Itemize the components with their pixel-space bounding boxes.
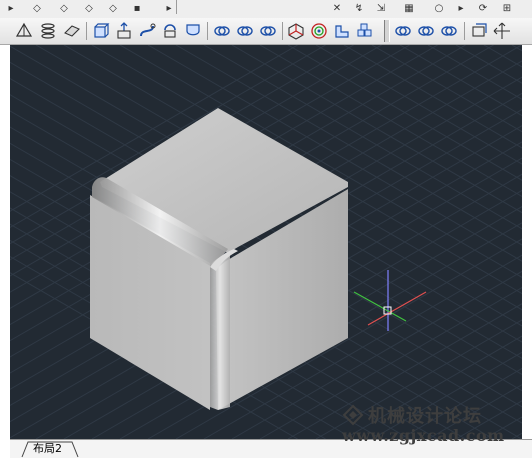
circle-icon[interactable]: ○ (430, 0, 448, 16)
slice-icon[interactable] (416, 21, 436, 41)
separator (207, 22, 208, 40)
cad-window: ▸ ◇ ◇ ◇ ◇ ▪ ▸ ✕ ↯ ⇲ ▦ ○ ▸ ⟳ ⊞ 布局2 机械设计论坛… (0, 0, 532, 458)
redo-icon[interactable]: ⇲ (372, 0, 390, 16)
top-toolbar: ▸ ◇ ◇ ◇ ◇ ▪ ▸ ✕ ↯ ⇲ ▦ ○ ▸ ⟳ ⊞ (0, 0, 532, 19)
zoom-icon[interactable]: ✕ (328, 0, 346, 16)
planar-surface-icon[interactable] (62, 21, 82, 41)
fillet-edge-front (210, 253, 230, 410)
thicken-icon[interactable] (439, 21, 459, 41)
modeling-toolbar (0, 18, 532, 45)
separator (282, 22, 283, 40)
properties-icon[interactable]: ▦ (400, 0, 418, 16)
watermark-title: 机械设计论坛 (368, 406, 482, 427)
model-viewport[interactable] (10, 45, 522, 439)
modify-icon[interactable]: ◇ (28, 0, 46, 16)
3d-align-icon[interactable] (332, 21, 352, 41)
left-margin (0, 45, 10, 458)
separator (86, 22, 87, 40)
ucs-x-axis (367, 291, 427, 326)
pyramid-icon[interactable] (14, 21, 34, 41)
watermark-url: www.zgjxcad.com (342, 426, 505, 445)
dimension-icon[interactable]: ▪ (128, 0, 146, 16)
separator (176, 0, 177, 14)
revolve-icon[interactable] (160, 21, 180, 41)
ucs-y-axis (353, 291, 407, 322)
toolbar-grip[interactable] (384, 20, 390, 42)
intersect-icon[interactable] (258, 21, 278, 41)
separator (464, 22, 465, 40)
view-icon[interactable]: ◇ (104, 0, 122, 16)
snap-icon[interactable]: ◇ (55, 0, 73, 16)
extract-edges-icon[interactable] (469, 21, 489, 41)
loft-icon[interactable] (183, 21, 203, 41)
layer-icon[interactable]: ◇ (80, 0, 98, 16)
pan-icon[interactable] (492, 21, 512, 41)
sweep-icon[interactable] (137, 21, 157, 41)
arc-icon[interactable]: ▸ (452, 0, 470, 16)
grid-icon[interactable]: ⊞ (498, 0, 516, 16)
draw-icon[interactable]: ▸ (2, 0, 20, 16)
presspull-icon[interactable] (114, 21, 134, 41)
subtract-icon[interactable] (235, 21, 255, 41)
interfere-icon[interactable] (393, 21, 413, 41)
forum-logo-icon (342, 404, 364, 426)
helix-icon[interactable] (38, 21, 58, 41)
watermark: 机械设计论坛 www.zgjxcad.com (340, 402, 530, 448)
tab-label: 布局2 (33, 442, 62, 455)
tab-layout2[interactable]: 布局2 (20, 441, 79, 458)
extrude-icon[interactable] (91, 21, 111, 41)
viewport-canvas (10, 45, 522, 439)
3d-move-icon[interactable] (286, 21, 306, 41)
undo-icon[interactable]: ↯ (350, 0, 368, 16)
right-margin (522, 45, 532, 458)
rotate-icon[interactable]: ⟳ (474, 0, 492, 16)
union-icon[interactable] (212, 21, 232, 41)
3d-rotate-icon[interactable] (309, 21, 329, 41)
3d-array-icon[interactable] (355, 21, 375, 41)
